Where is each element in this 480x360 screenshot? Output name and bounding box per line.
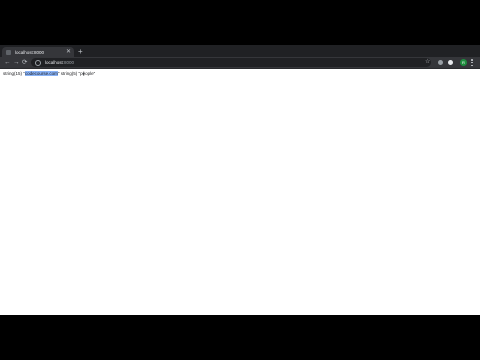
close-icon[interactable]: ✕ xyxy=(66,48,71,56)
bottom-letterbox xyxy=(0,315,480,360)
back-icon[interactable]: ← xyxy=(4,58,11,67)
var-dump-output: string(15) "codecourse.com" string(5) "p… xyxy=(3,71,95,76)
url-port: :8000 xyxy=(62,60,75,65)
url-host: localhost xyxy=(45,60,63,65)
avatar[interactable]: R xyxy=(460,59,467,66)
extension-icon-1[interactable] xyxy=(438,60,443,65)
page-content: string(15) "codecourse.com" string(5) "p… xyxy=(0,69,480,315)
reload-icon[interactable]: ⟳ xyxy=(22,58,27,67)
address-bar[interactable]: localhost:8000 xyxy=(31,58,431,67)
info-icon[interactable] xyxy=(35,59,41,66)
tab-title: localhost:8000 xyxy=(15,49,45,55)
toolbar: ← → ⟳ localhost:8000 ☆ R xyxy=(0,57,480,69)
browser-window: localhost:8000 ✕ + ← → ⟳ localhost:8000 … xyxy=(0,45,480,315)
globe-icon xyxy=(6,49,11,55)
forward-icon[interactable]: → xyxy=(13,58,20,67)
star-icon[interactable]: ☆ xyxy=(425,58,430,67)
tab-localhost[interactable]: localhost:8000 ✕ xyxy=(2,47,74,57)
extension-icon-2[interactable] xyxy=(448,60,453,65)
tab-strip: localhost:8000 ✕ + xyxy=(0,45,480,57)
output-middle: " string(5) "people" xyxy=(57,71,96,76)
more-menu-icon[interactable] xyxy=(471,59,473,66)
output-prefix: string(15) " xyxy=(3,71,25,76)
text-cursor-icon: I xyxy=(83,72,85,78)
new-tab-button[interactable]: + xyxy=(78,47,83,56)
top-letterbox xyxy=(0,0,480,45)
selected-text[interactable]: codecourse.com xyxy=(24,71,58,76)
